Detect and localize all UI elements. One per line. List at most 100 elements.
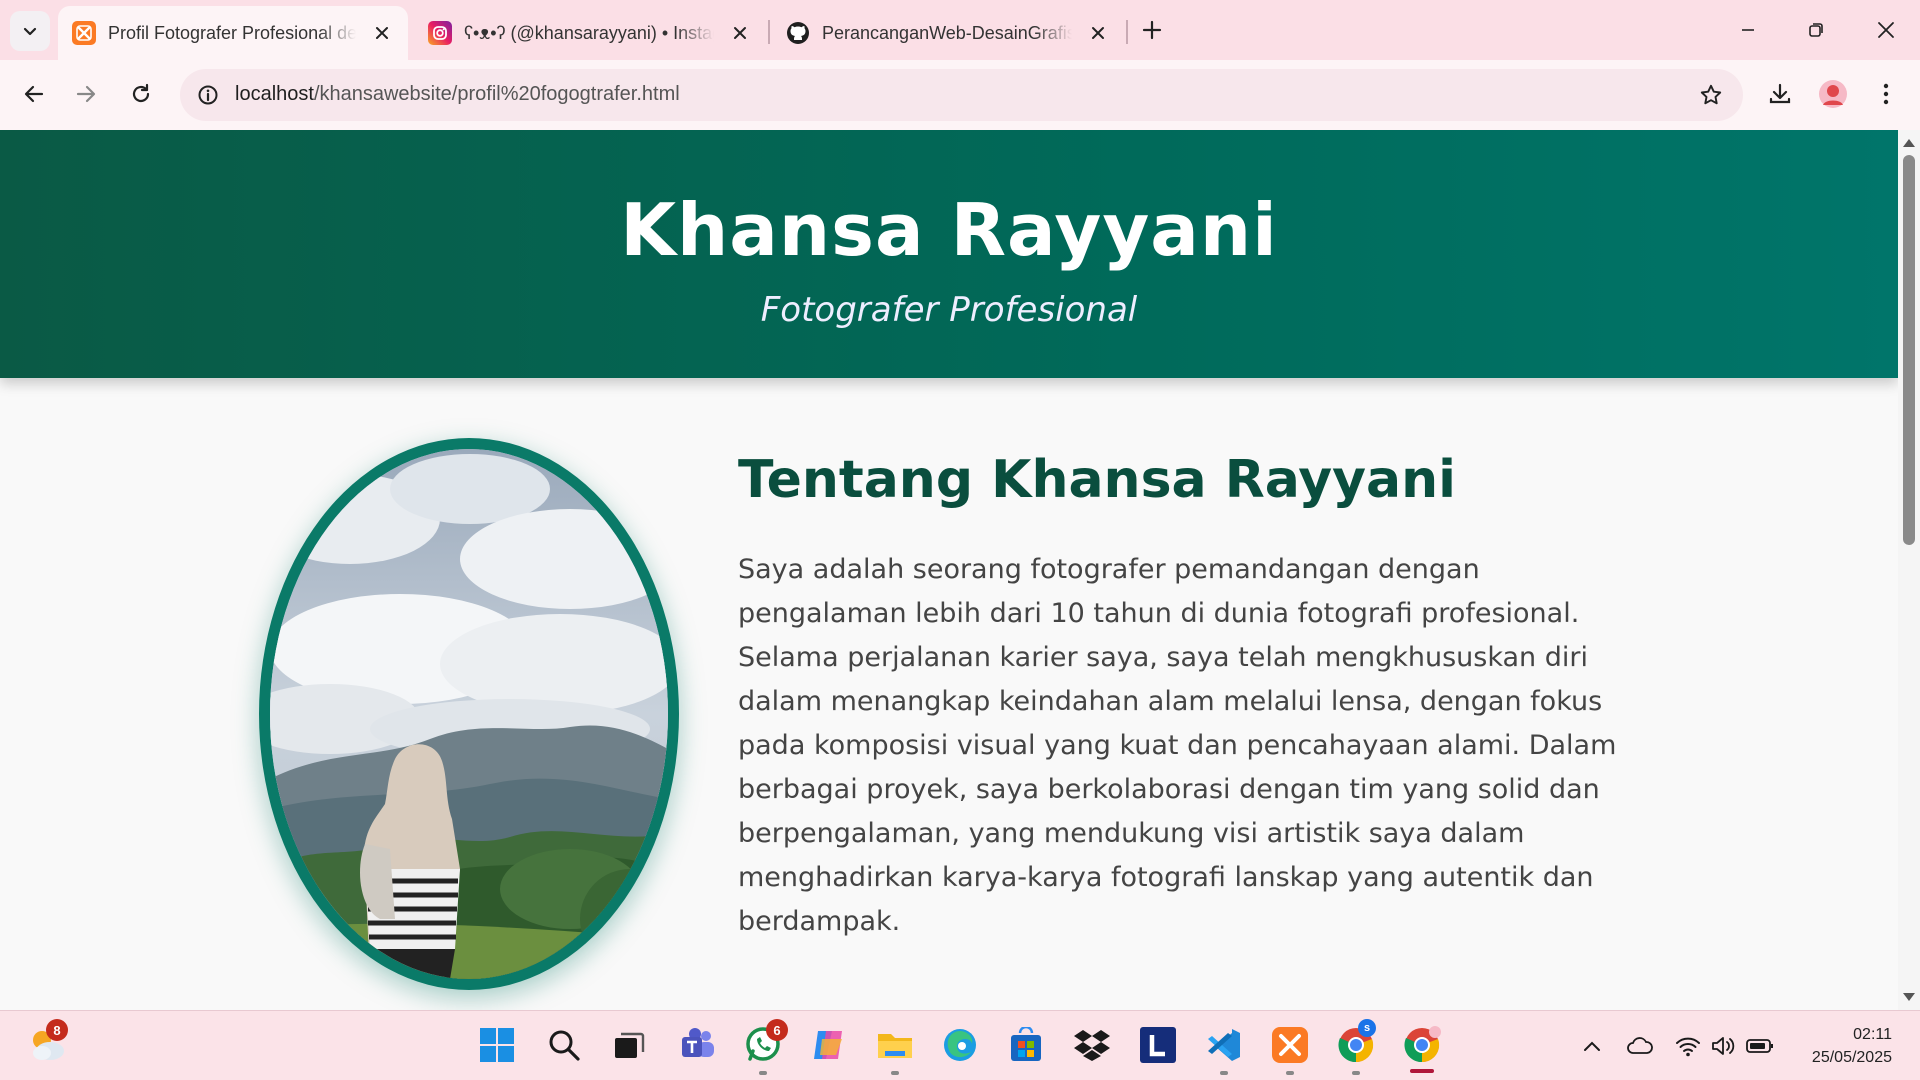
bookmark-star-icon[interactable] xyxy=(1697,81,1725,109)
vscode-taskbar-button[interactable] xyxy=(1202,1023,1246,1067)
downloads-button[interactable] xyxy=(1760,74,1800,114)
volume-tray-button[interactable] xyxy=(1709,1033,1737,1059)
vscode-icon xyxy=(1208,1029,1240,1061)
forward-button[interactable] xyxy=(66,74,106,114)
close-icon[interactable] xyxy=(728,21,752,45)
copilot-icon xyxy=(814,1031,842,1059)
chevron-down-icon xyxy=(23,27,37,36)
minimize-button[interactable] xyxy=(1724,10,1772,50)
restore-button[interactable] xyxy=(1792,10,1840,50)
tab-instagram[interactable]: ʕ•ᴥ•ʔ (@khansarayyani) • Instagram xyxy=(414,6,766,60)
l-app-icon xyxy=(1140,1027,1176,1063)
wifi-tray-button[interactable] xyxy=(1674,1033,1702,1059)
tab-title: ʕ•ᴥ•ʔ (@khansarayyani) • Instagram xyxy=(464,22,714,43)
scroll-up-icon[interactable] xyxy=(1901,136,1917,150)
browser-toolbar: localhost/khansawebsite/profil%20fogogtr… xyxy=(0,60,1920,130)
tab-github[interactable]: PerancanganWeb-DesainGrafis xyxy=(772,6,1124,60)
running-indicator xyxy=(1286,1071,1294,1075)
store-taskbar-button[interactable] xyxy=(1004,1023,1048,1067)
more-vertical-icon xyxy=(1883,83,1889,105)
close-icon[interactable] xyxy=(370,21,394,45)
url-path: /khansawebsite/profil%20fogogtrafer.html xyxy=(313,83,680,105)
teams-icon xyxy=(682,1028,714,1057)
tab-title: PerancanganWeb-DesainGrafis xyxy=(822,22,1072,43)
instagram-icon xyxy=(428,21,452,45)
tab-profil-fotografer[interactable]: Profil Fotografer Profesional dengan xyxy=(58,6,408,60)
tab-search-button[interactable] xyxy=(10,11,50,51)
edge-icon xyxy=(944,1029,976,1061)
clock[interactable]: 02:11 25/05/2025 xyxy=(1812,1023,1892,1069)
show-hidden-icons-button[interactable] xyxy=(1578,1033,1606,1059)
arrow-right-icon xyxy=(76,85,96,103)
restore-icon xyxy=(1809,23,1823,37)
download-icon xyxy=(1769,83,1791,104)
running-indicator xyxy=(1352,1071,1360,1075)
whatsapp-badge: 6 xyxy=(766,1019,788,1041)
reload-icon xyxy=(132,83,150,103)
dropbox-icon xyxy=(1074,1030,1110,1061)
menu-button[interactable] xyxy=(1866,74,1906,114)
xampp-taskbar-button[interactable] xyxy=(1268,1023,1312,1067)
weather-badge: 8 xyxy=(46,1019,68,1041)
windows-icon xyxy=(480,1028,514,1062)
volume-icon xyxy=(1712,1037,1735,1055)
hero-header: Khansa Rayyani Fotografer Profesional xyxy=(0,130,1898,378)
new-tab-button[interactable] xyxy=(1136,14,1168,46)
profile-photo xyxy=(259,438,679,990)
wifi-icon xyxy=(1676,1037,1700,1057)
chrome-active-taskbar-button[interactable] xyxy=(1400,1023,1444,1067)
arrow-left-icon xyxy=(24,85,44,103)
close-window-button[interactable] xyxy=(1862,10,1910,50)
url-host: localhost xyxy=(235,83,314,105)
close-icon xyxy=(1878,22,1894,38)
active-app-indicator xyxy=(1410,1069,1434,1073)
tab-strip: Profil Fotografer Profesional dengan ʕ•ᴥ… xyxy=(0,0,1920,60)
onedrive-tray-button[interactable] xyxy=(1626,1033,1654,1059)
hero-role: Fotografer Profesional xyxy=(760,290,1138,330)
tab-separator xyxy=(1126,20,1128,44)
l-app-taskbar-button[interactable] xyxy=(1136,1023,1180,1067)
clock-time: 02:11 xyxy=(1853,1026,1892,1043)
battery-tray-button[interactable] xyxy=(1746,1033,1774,1059)
file-explorer-taskbar-button[interactable] xyxy=(873,1023,917,1067)
page-viewport: Khansa Rayyani Fotografer Profesional Te… xyxy=(0,130,1898,1010)
reload-button[interactable] xyxy=(121,74,161,114)
search-icon xyxy=(549,1030,580,1061)
chrome-profile-badge: s xyxy=(1358,1019,1376,1037)
scroll-down-icon[interactable] xyxy=(1901,990,1917,1004)
address-bar[interactable]: localhost/khansawebsite/profil%20fogogtr… xyxy=(180,69,1743,121)
taskbar: 8 6 s 02:11 25/05/2025 xyxy=(0,1010,1920,1080)
teams-taskbar-button[interactable] xyxy=(675,1023,719,1067)
running-indicator xyxy=(891,1071,899,1075)
dropbox-taskbar-button[interactable] xyxy=(1070,1023,1114,1067)
about-text: Saya adalah seorang fotografer pemandang… xyxy=(738,554,1617,937)
scroll-thumb[interactable] xyxy=(1903,155,1915,545)
cloud-icon xyxy=(1627,1037,1653,1054)
task-view-button[interactable] xyxy=(607,1023,651,1067)
folder-icon xyxy=(878,1034,912,1058)
edge-taskbar-button[interactable] xyxy=(938,1023,982,1067)
back-button[interactable] xyxy=(14,74,54,114)
xampp-icon xyxy=(72,21,96,45)
task-view-icon xyxy=(615,1032,645,1058)
search-button[interactable] xyxy=(542,1023,586,1067)
xampp-icon xyxy=(1272,1027,1308,1063)
plus-icon xyxy=(1142,20,1162,40)
profile-button[interactable] xyxy=(1813,74,1853,114)
about-title: Tentang Khansa Rayyani xyxy=(738,450,1456,510)
chrome-icon xyxy=(1404,1026,1441,1063)
running-indicator xyxy=(759,1071,767,1075)
close-icon[interactable] xyxy=(1086,21,1110,45)
copilot-taskbar-button[interactable] xyxy=(807,1023,851,1067)
site-info-icon[interactable] xyxy=(194,81,222,109)
github-icon xyxy=(786,21,810,45)
tab-title: Profil Fotografer Profesional dengan xyxy=(108,22,356,43)
running-indicator xyxy=(1220,1071,1228,1075)
battery-icon xyxy=(1746,1039,1773,1053)
start-button[interactable] xyxy=(475,1023,519,1067)
chevron-up-icon xyxy=(1584,1041,1600,1051)
url-text: localhost/khansawebsite/profil%20fogogtr… xyxy=(235,83,680,106)
tab-separator xyxy=(768,20,770,44)
minimize-icon xyxy=(1742,29,1754,31)
store-icon xyxy=(1011,1027,1041,1061)
